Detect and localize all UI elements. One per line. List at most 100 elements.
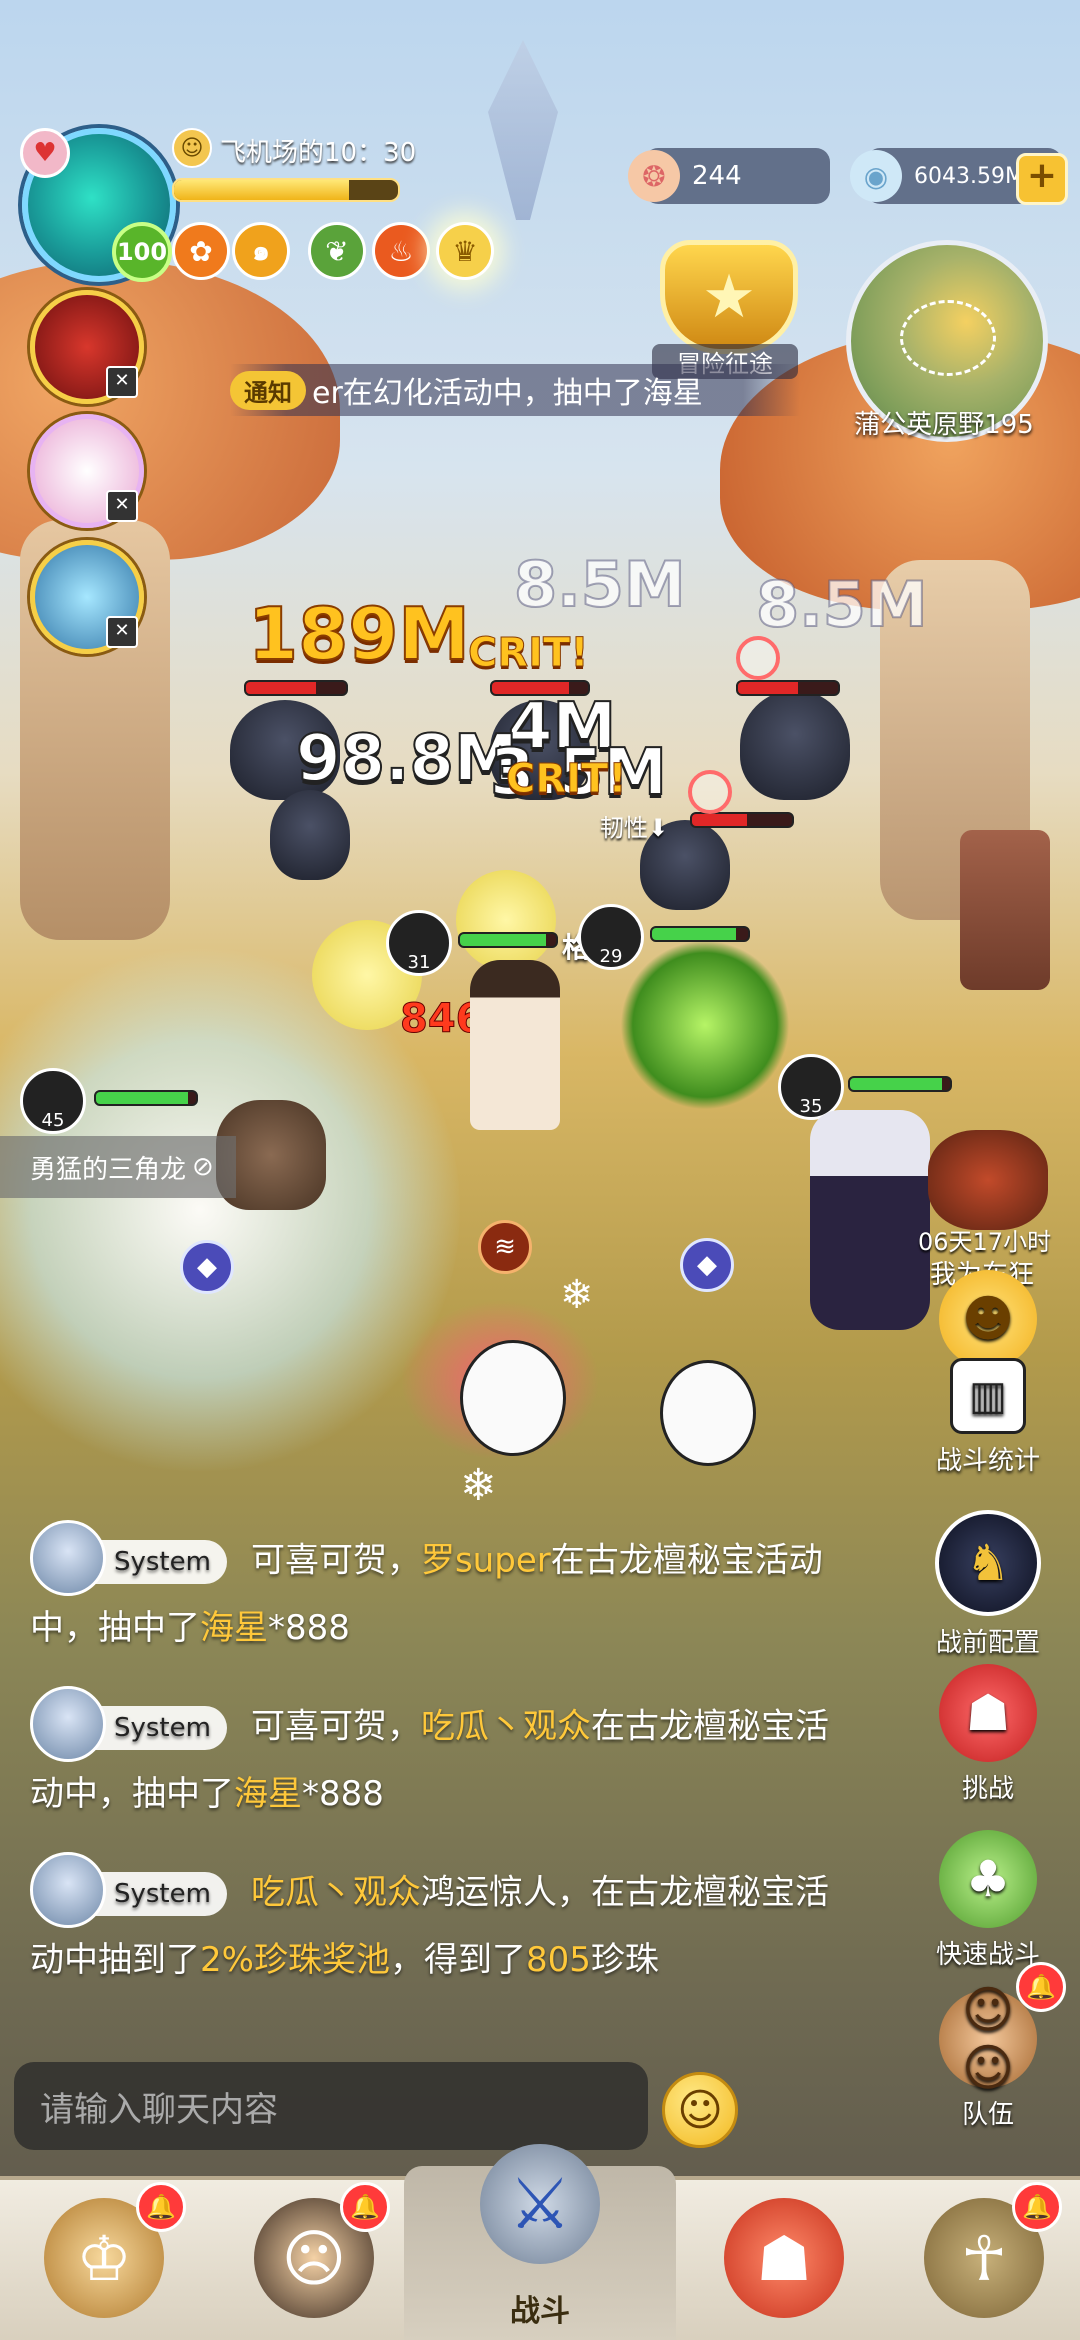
message-segment: 珍珠 <box>590 1940 659 1980</box>
crit-label: CRIT! <box>506 756 628 803</box>
quest-icon[interactable]: ☺ <box>172 128 212 168</box>
message-segment: ，得到了 <box>389 1940 526 1980</box>
minimap-route <box>900 300 996 376</box>
panda-pet[interactable] <box>660 1360 756 1466</box>
snowflake-icon: ❄ <box>460 1460 497 1511</box>
chat-icon: ☻ <box>939 1270 1037 1368</box>
chat-message: System 可喜可贺，罗super在古龙檀秘宝活动中，抽中了海星*888 <box>30 1520 850 1656</box>
claw-pickup-icon[interactable]: ≋ <box>478 1220 532 1274</box>
notification-bell-icon: 🔔 <box>1016 1962 1066 2012</box>
highlight-text[interactable]: 2%珍珠奖池 <box>200 1940 390 1980</box>
damage-number: 8.5M <box>513 547 687 622</box>
message-segment: *888 <box>268 1608 350 1648</box>
notice-tag: 通知 <box>230 370 306 410</box>
quick-battle-button[interactable]: ♣ 快速战斗 <box>918 1830 1058 1971</box>
rock-stack <box>960 830 1050 990</box>
toughness-down-label: 韧性⬇ <box>600 808 668 843</box>
damage-number: 8.5M <box>755 567 929 642</box>
sender-tag: System <box>90 1872 227 1916</box>
stats-label: 战斗统计 <box>935 1446 1040 1476</box>
emoji-button[interactable]: ☺ <box>662 2072 738 2148</box>
player-name-tag[interactable]: 勇猛的三角龙 ⊘ <box>0 1136 236 1198</box>
ally-hp-bar <box>650 926 750 942</box>
unit-level: 31 <box>407 952 431 973</box>
cactus-icon: ♣ <box>939 1830 1037 1928</box>
add-pearl-button[interactable]: + <box>1016 153 1068 205</box>
highlight-text[interactable]: 吃瓜丶观众 <box>421 1707 591 1747</box>
unit-level: 35 <box>799 1096 823 1117</box>
notification-bell-icon: 🔔 <box>136 2182 186 2232</box>
enemy-unit[interactable] <box>740 690 850 800</box>
nav-tab-battle[interactable]: ⚔ <box>456 2126 624 2282</box>
system-avatar <box>30 1852 106 1928</box>
unit-level-badge: 45 <box>20 1068 86 1134</box>
pearl-icon: ◉ <box>850 150 902 202</box>
battle-stats-button[interactable]: ▥ 战斗统计 <box>918 1358 1058 1477</box>
team-label: 队伍 <box>961 2100 1014 2130</box>
enemy-hp-bar <box>690 812 794 828</box>
crystal-pickup-icon[interactable]: ◆ <box>180 1240 234 1294</box>
highlight-text[interactable]: 海星 <box>234 1774 302 1814</box>
green-palm-effect <box>620 940 790 1110</box>
trophy-icon[interactable]: ★ <box>660 240 798 354</box>
pearl-count: 6043.59M <box>914 163 1024 189</box>
fire-buff-icon[interactable]: ♨ <box>372 222 430 280</box>
status-text: 韧性 <box>600 814 648 842</box>
highlight-text[interactable]: 罗super <box>421 1541 551 1581</box>
notice-text: er在幻化活动中，抽中了海星 <box>312 376 703 411</box>
sender-tag: System <box>90 1706 227 1750</box>
shell-count: 244 <box>692 161 742 191</box>
enemy-unit[interactable] <box>270 790 350 880</box>
crystal-pickup-icon[interactable]: ◆ <box>680 1238 734 1292</box>
ally-hp-bar <box>848 1076 952 1092</box>
highlight-text[interactable]: 805 <box>526 1940 591 1980</box>
highlight-text[interactable]: 海星 <box>200 1608 268 1648</box>
event-timer: 06天17小时 <box>918 1228 1052 1256</box>
team-icon: ☺☺ <box>939 1981 1037 2097</box>
player-level-badge: 100 <box>112 222 172 282</box>
quest-text[interactable]: 飞机场的10：30 <box>220 132 416 169</box>
shell-currency[interactable]: ❂ 244 <box>628 148 830 204</box>
prebattle-config-button[interactable]: ♞ 战前配置 <box>918 1510 1058 1659</box>
quest-progress-bar <box>172 178 400 202</box>
enemy-hp-bar <box>244 680 348 696</box>
dragon-head-icon: ☗ <box>939 1664 1037 1762</box>
quick-battle-label: 快速战斗 <box>935 1940 1040 1970</box>
stats-icon: ▥ <box>950 1358 1026 1434</box>
chat-message: System 吃瓜丶观众鸿运惊人，在古龙檀秘宝活动中抽到了2%珍珠奖池，得到了80… <box>30 1852 850 1988</box>
prebattle-label: 战前配置 <box>935 1628 1040 1658</box>
system-avatar <box>30 1520 106 1596</box>
panda-pet[interactable] <box>460 1340 566 1456</box>
yellow-orb <box>456 870 556 970</box>
hero-character[interactable] <box>470 960 560 1130</box>
chat-input-placeholder: 请输入聊天内容 <box>40 2089 278 2130</box>
snowflake-icon: ❄ <box>560 1272 594 1318</box>
sender-tag: System <box>90 1540 227 1584</box>
challenge-button[interactable]: ☗ 挑战 <box>918 1664 1058 1805</box>
message-segment: 可喜可贺， <box>250 1540 421 1581</box>
highlight-text[interactable]: 吃瓜丶观众 <box>251 1873 421 1913</box>
orange-buff-icon[interactable]: ✿ <box>172 222 230 280</box>
target-marker-icon <box>736 636 780 680</box>
map-name: 蒲公英原野195 <box>854 410 1034 440</box>
nav-tab-pet[interactable]: ☗ <box>700 2180 868 2336</box>
leaf-buff-icon[interactable]: ❦ <box>308 222 366 280</box>
crit-damage-number: 189M <box>247 591 471 677</box>
shell-icon: ❂ <box>628 150 680 202</box>
message-segment: *888 <box>302 1774 384 1814</box>
message-segment: 可喜可贺， <box>250 1706 421 1747</box>
hero-slot-close-icon[interactable]: ✕ <box>106 616 138 648</box>
crown-buff-icon[interactable]: ♛ <box>436 222 494 280</box>
hero-slot-close-icon[interactable]: ✕ <box>106 490 138 522</box>
sword-shield-icon: ⚔ <box>480 2144 600 2264</box>
hero-slot-close-icon[interactable]: ✕ <box>106 366 138 398</box>
spiral-buff-icon[interactable]: ๑ <box>232 222 290 280</box>
game-scene: ♥ 100 ☺ 飞机场的10：30 ✿ ๑ ❦ ♨ ♛ ❂ 244 ◉ 6043… <box>0 0 1080 2340</box>
challenge-label: 挑战 <box>961 1774 1014 1804</box>
event-icon[interactable] <box>928 1130 1048 1230</box>
arrow-down-icon: ⬇ <box>648 814 669 842</box>
winged-character[interactable] <box>810 1110 930 1330</box>
notification-bell-icon: 🔔 <box>1012 2182 1062 2232</box>
notification-bell-icon: 🔔 <box>340 2182 390 2232</box>
ally-hp-bar <box>458 932 558 948</box>
